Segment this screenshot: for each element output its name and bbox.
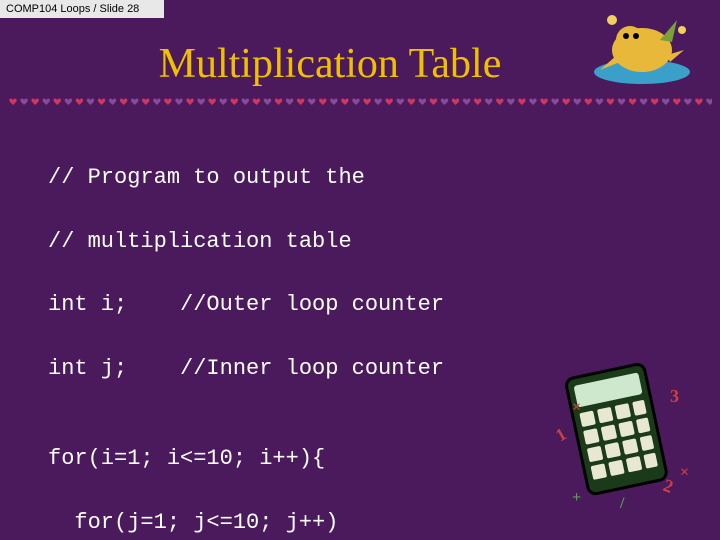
svg-text:3: 3 (670, 386, 679, 406)
slide-header: COMP104 Loops / Slide 28 (0, 0, 164, 18)
calculator-clipart: 1 × 3 2 × + / (542, 352, 692, 512)
code-line: int i; //Outer loop counter (48, 289, 720, 321)
course-label: COMP104 Loops / Slide 28 (6, 3, 139, 15)
svg-text:1: 1 (552, 424, 570, 446)
character-clipart (582, 0, 702, 90)
svg-text:×: × (572, 399, 581, 416)
code-line: // multiplication table (48, 226, 720, 258)
svg-text:/: / (619, 495, 625, 512)
svg-text:×: × (680, 464, 689, 481)
code-line: // Program to output the (48, 162, 720, 194)
svg-text:+: + (572, 489, 581, 506)
decorative-divider (8, 96, 712, 110)
